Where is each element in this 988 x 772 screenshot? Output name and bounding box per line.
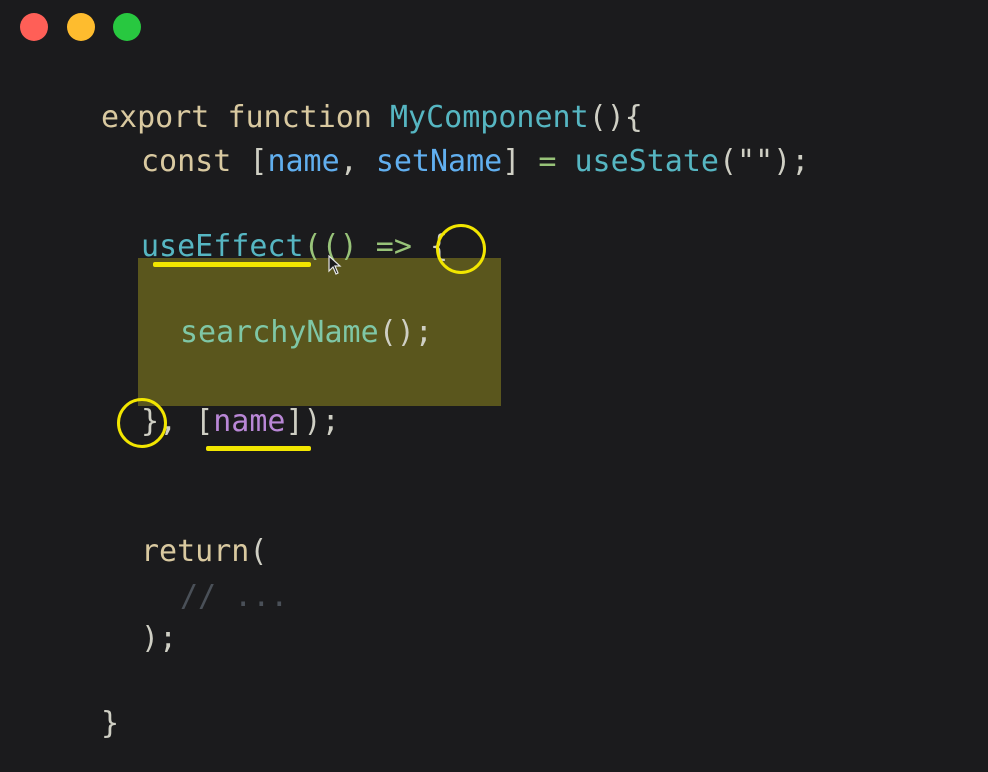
punctuation: ] [502, 144, 521, 179]
maximize-window-button[interactable] [113, 13, 141, 41]
dependency-name: name [213, 404, 286, 439]
code-line-6: return( [141, 532, 267, 572]
code-line-9: } [101, 704, 119, 744]
punctuation: [ [195, 404, 214, 439]
code-window: export function MyComponent(){ const [na… [0, 0, 988, 772]
punctuation: (){ [588, 100, 643, 135]
mouse-cursor-icon [328, 255, 342, 275]
hook-useeffect: useEffect [141, 229, 304, 264]
dependency-underline [206, 446, 311, 451]
keyword-const: const [141, 144, 232, 179]
keyword-function: function [227, 100, 372, 135]
minimize-window-button[interactable] [67, 13, 95, 41]
code-line-5: }, [name]); [141, 402, 340, 442]
keyword-return: return [141, 534, 250, 569]
code-line-8: ); [141, 619, 177, 659]
code-line-3: useEffect(() => { [141, 227, 448, 267]
punctuation: ]); [285, 404, 340, 439]
hook-usestate: useState [574, 144, 720, 179]
close-brace-circle [117, 398, 167, 448]
punctuation: } [101, 706, 120, 741]
punctuation: (""); [719, 144, 810, 179]
code-comment: // ... [180, 579, 289, 614]
operator: = [538, 144, 557, 179]
state-setter: setName [375, 144, 503, 179]
punctuation: [ [249, 144, 268, 179]
punctuation: (); [378, 315, 433, 350]
open-brace-circle [436, 224, 486, 274]
state-var: name [267, 144, 340, 179]
code-line-1: export function MyComponent(){ [101, 98, 643, 138]
punctuation: ( [249, 534, 268, 569]
punctuation: , [339, 144, 358, 179]
function-call: searchyName [180, 315, 379, 350]
useeffect-underline [153, 262, 311, 267]
code-line-2: const [name, setName] = useState(""); [141, 142, 809, 182]
code-line-4: searchyName(); [180, 313, 433, 353]
close-window-button[interactable] [20, 13, 48, 41]
punctuation: (() => [303, 229, 412, 264]
code-line-7: // ... [180, 577, 288, 617]
punctuation: ); [141, 621, 178, 656]
component-name: MyComponent [390, 100, 589, 135]
keyword-export: export [101, 100, 210, 135]
